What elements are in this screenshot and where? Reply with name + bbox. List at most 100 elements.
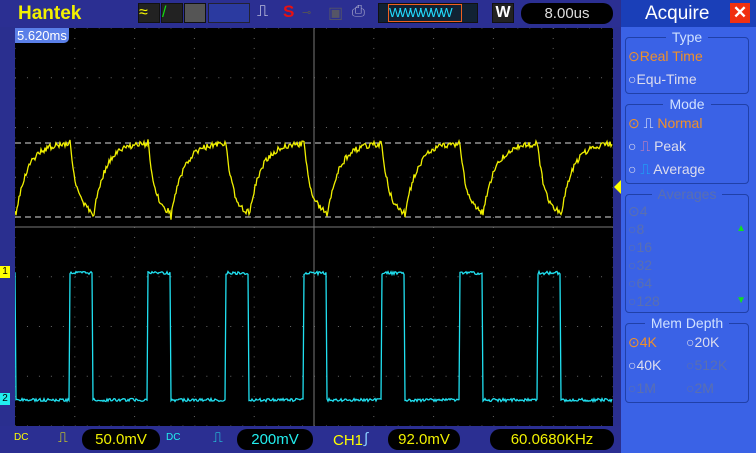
mem-4k[interactable]: ⊙4K (628, 331, 686, 354)
type-real-time[interactable]: ⊙Real Time (628, 45, 746, 68)
grid-dot (373, 47, 375, 49)
grid-dot (74, 107, 76, 109)
xy-mode-icon[interactable]: / (161, 3, 183, 23)
grid-dot (373, 386, 375, 388)
scroll-down-icon[interactable]: ▼ (736, 292, 746, 310)
run-status[interactable]: S (283, 2, 294, 22)
grid-dot (253, 266, 255, 268)
grid-dot (50, 326, 52, 327)
avg-64[interactable]: ○64 (628, 274, 746, 292)
grid-dot (325, 176, 327, 178)
display-mode-icon[interactable]: ≈ (138, 3, 160, 23)
grid-dot (253, 67, 255, 69)
grid-dot (122, 276, 124, 278)
grid-dot (266, 28, 268, 29)
grid-dot (98, 375, 100, 377)
close-icon[interactable]: ✕ (730, 3, 750, 23)
grid-dot (493, 127, 495, 128)
scroll-up-icon[interactable]: ▲ (736, 220, 746, 238)
grid-dot (612, 396, 613, 398)
grid-dot (553, 176, 555, 178)
grid-dot (110, 176, 112, 178)
grid-dot (74, 137, 76, 139)
ch2-marker[interactable]: 2 (0, 393, 10, 405)
avg-128[interactable]: ○128 ▼ (628, 292, 746, 310)
mode-normal[interactable]: ⊙ ⎍ Normal (628, 112, 746, 135)
grid-dot (552, 356, 554, 358)
grid-dot (98, 176, 100, 178)
window-zoom-button[interactable]: W (492, 3, 514, 23)
grid-dot (230, 28, 232, 29)
grid-dot (15, 176, 16, 178)
grid-dot (253, 117, 255, 119)
grid-dot (373, 37, 375, 39)
waveform-display[interactable]: 5.620ms (15, 28, 613, 426)
brand-logo: Hantek (18, 3, 82, 24)
grid-dot (38, 176, 40, 178)
grid-dot (253, 416, 255, 418)
grid-dot (433, 375, 435, 377)
grid-dot (565, 326, 567, 327)
grid-dot (193, 57, 195, 59)
mem-2m[interactable]: ○2M (686, 377, 744, 400)
trigger-level[interactable]: 92.0mV (388, 429, 460, 450)
grid-dot (134, 236, 136, 238)
save-icon[interactable]: ▣ (328, 3, 343, 23)
grid-dot (134, 167, 136, 169)
grid-dot (385, 276, 387, 278)
grid-dot (278, 326, 280, 327)
avg-32[interactable]: ○32 (628, 256, 746, 274)
grid-dot (278, 127, 280, 128)
grid-dot (565, 127, 567, 128)
avg-16[interactable]: ○16 (628, 238, 746, 256)
mode-peak[interactable]: ○ ⎍ Peak (628, 135, 746, 158)
printer-icon[interactable]: ⎙ (352, 3, 365, 21)
avg-4[interactable]: ⊙4 (628, 202, 746, 220)
persistence-icon[interactable] (184, 3, 206, 23)
grid-dot (445, 176, 447, 178)
grid-dot (337, 127, 339, 128)
mem-1m[interactable]: ○1M (628, 377, 686, 400)
ch2-volts-div[interactable]: 200mV (237, 429, 313, 450)
peak-icon: ⎍ (640, 138, 651, 154)
grid-dot (553, 375, 555, 377)
grid-dot (74, 47, 76, 49)
grid-dot (193, 217, 195, 219)
grid-dot (26, 326, 28, 327)
waveform-overview[interactable]: WWWWWW (378, 3, 478, 23)
grid-dot (74, 356, 76, 358)
mem-40k[interactable]: ○40K (628, 354, 686, 377)
grid-dot (517, 176, 519, 178)
grid-dot (493, 276, 495, 278)
grid-dot (373, 286, 375, 288)
grid-dot (457, 375, 459, 377)
type-group: Type ⊙Real Time ○Equ-Time (625, 29, 749, 94)
grid-dot (74, 375, 76, 377)
grid-dot (493, 176, 495, 178)
mode-average[interactable]: ○ ⎍ Average (628, 158, 746, 181)
grid-dot (242, 127, 244, 128)
grid-dot (529, 276, 531, 278)
avg-8[interactable]: ○8 ▲ (628, 220, 746, 238)
grid-dot (62, 176, 64, 178)
grid-dot (193, 147, 195, 149)
grid-dot (612, 366, 613, 368)
grid-dot (254, 176, 256, 178)
grid-dot (74, 306, 76, 308)
mem-512k[interactable]: ○512K (686, 354, 744, 377)
grid-dot (529, 326, 531, 327)
grid-dot (433, 356, 435, 358)
grid-dot (193, 386, 195, 388)
grid-dot (577, 77, 579, 79)
type-equ-time[interactable]: ○Equ-Time (628, 68, 746, 91)
ch1-marker[interactable]: 1 (0, 266, 10, 278)
grid-dot (302, 127, 304, 128)
grid-dot (337, 176, 339, 178)
ch1-volts-div[interactable]: 50.0mV (82, 429, 160, 450)
grid-dot (98, 28, 100, 29)
grid-dot (193, 187, 195, 189)
trigger-level-marker[interactable] (607, 180, 621, 194)
mem-20k[interactable]: ○20K (686, 331, 744, 354)
grid-dot (74, 57, 76, 59)
grid-dot (38, 127, 40, 128)
